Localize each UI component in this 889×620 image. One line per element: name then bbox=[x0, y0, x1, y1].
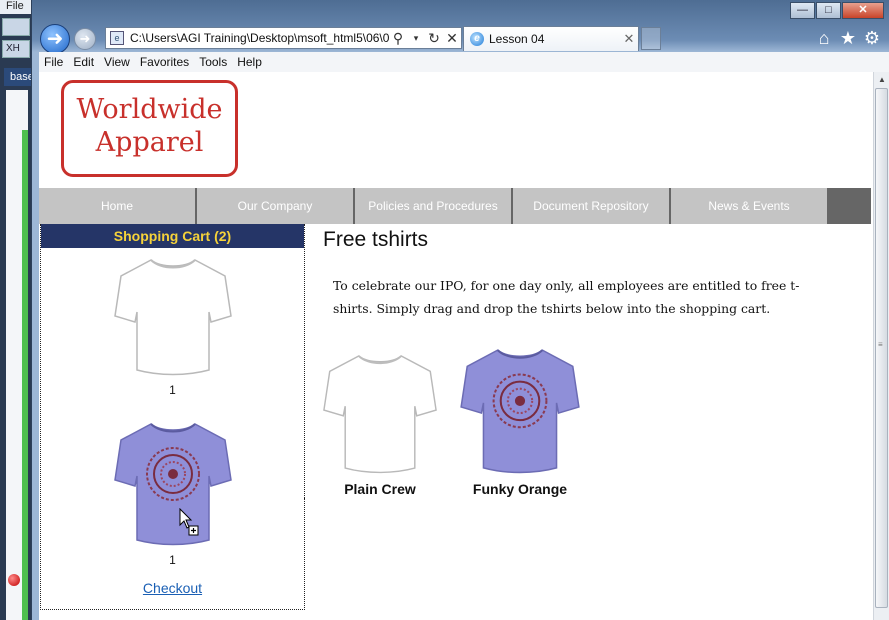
breakpoint-dot-icon[interactable] bbox=[8, 574, 20, 586]
product-name: Plain Crew bbox=[344, 481, 416, 497]
minimize-button[interactable]: — bbox=[790, 2, 815, 19]
new-tab-button[interactable] bbox=[641, 27, 661, 50]
maximize-button[interactable]: □ bbox=[816, 2, 841, 19]
cart-drop-border bbox=[304, 498, 307, 610]
menu-favorites[interactable]: Favorites bbox=[135, 55, 194, 69]
cart-title: Shopping Cart (2) bbox=[41, 224, 304, 248]
stop-icon[interactable]: ✕ bbox=[443, 30, 461, 47]
logo-line-2: Apparel bbox=[95, 127, 204, 158]
page-content: Worldwide Apparel Home Our Company Polic… bbox=[39, 72, 873, 620]
tab-title: Lesson 04 bbox=[489, 32, 545, 46]
white-tshirt-icon[interactable] bbox=[322, 348, 438, 476]
page-icon: e bbox=[110, 31, 124, 45]
vertical-scrollbar[interactable]: ▲ ≡ bbox=[873, 72, 889, 620]
checkout-link[interactable]: Checkout bbox=[41, 580, 304, 596]
background-toolbar-label[interactable]: XH bbox=[2, 40, 30, 58]
nav-our-company[interactable]: Our Company bbox=[197, 188, 353, 224]
nav-home[interactable]: Home bbox=[39, 188, 195, 224]
star-icon[interactable]: ★ bbox=[838, 28, 858, 48]
refresh-icon[interactable]: ↻ bbox=[425, 30, 443, 47]
menu-file[interactable]: File bbox=[39, 55, 68, 69]
background-toolbar-button[interactable] bbox=[2, 18, 30, 36]
background-tab[interactable]: base bbox=[4, 68, 34, 86]
back-arrow-icon[interactable]: ➜ bbox=[40, 24, 70, 54]
browser-toolbar-icons: ⌂ ★ ⚙ bbox=[814, 28, 882, 48]
search-icon[interactable]: ⚲ bbox=[389, 30, 407, 47]
purple-tshirt-icon bbox=[113, 423, 232, 546]
scroll-grip-icon: ≡ bbox=[878, 340, 883, 349]
address-bar[interactable]: e C:\Users\AGI Training\Desktop\msoft_ht… bbox=[105, 27, 462, 49]
tab-close-icon[interactable]: ✕ bbox=[620, 31, 638, 47]
browser-window: — □ ✕ ➜ ➜ e C:\Users\AGI Training\Deskto… bbox=[31, 0, 889, 620]
site-nav: Home Our Company Policies and Procedures… bbox=[39, 188, 871, 224]
cart-item: 1 bbox=[41, 416, 304, 567]
close-window-button[interactable]: ✕ bbox=[842, 2, 884, 19]
cart-item-qty: 1 bbox=[169, 553, 176, 567]
nav-policies[interactable]: Policies and Procedures bbox=[355, 188, 511, 224]
logo-line-1: Worldwide bbox=[76, 94, 223, 125]
cart-item-qty: 1 bbox=[169, 383, 176, 397]
tab-lesson[interactable]: e Lesson 04 ✕ bbox=[463, 26, 639, 51]
dropdown-icon[interactable]: ▾ bbox=[407, 33, 425, 44]
product-funky-orange[interactable]: Funky Orange bbox=[458, 342, 582, 497]
window-controls: — □ ✕ bbox=[790, 2, 884, 19]
menu-help[interactable]: Help bbox=[232, 55, 267, 69]
menu-edit[interactable]: Edit bbox=[68, 55, 99, 69]
white-tshirt-icon bbox=[113, 259, 232, 376]
product-plain-crew[interactable]: Plain Crew bbox=[322, 348, 438, 497]
address-url[interactable]: C:\Users\AGI Training\Desktop\msoft_html… bbox=[130, 31, 389, 45]
shopping-cart[interactable]: Shopping Cart (2) 1 1 Checkout bbox=[40, 224, 305, 610]
drag-copy-cursor-icon bbox=[179, 508, 199, 536]
scroll-up-icon[interactable]: ▲ bbox=[874, 72, 889, 88]
nav-news-events[interactable]: News & Events bbox=[671, 188, 827, 224]
background-green-marker bbox=[22, 130, 28, 620]
menu-bar: File Edit View Favorites Tools Help bbox=[39, 52, 889, 73]
ie-icon: e bbox=[470, 32, 484, 46]
nav-document-repository[interactable]: Document Repository bbox=[513, 188, 669, 224]
gear-icon[interactable]: ⚙ bbox=[862, 28, 882, 48]
menu-tools[interactable]: Tools bbox=[194, 55, 232, 69]
cart-item: 1 bbox=[41, 252, 304, 397]
home-icon[interactable]: ⌂ bbox=[814, 28, 834, 48]
menu-view[interactable]: View bbox=[99, 55, 135, 69]
product-name: Funky Orange bbox=[472, 481, 568, 497]
forward-arrow-icon[interactable]: ➜ bbox=[74, 28, 96, 50]
purple-tshirt-icon[interactable] bbox=[458, 342, 582, 476]
page-heading: Free tshirts bbox=[323, 228, 429, 251]
intro-text: To celebrate our IPO, for one day only, … bbox=[333, 278, 800, 316]
site-logo[interactable]: Worldwide Apparel bbox=[61, 80, 238, 177]
